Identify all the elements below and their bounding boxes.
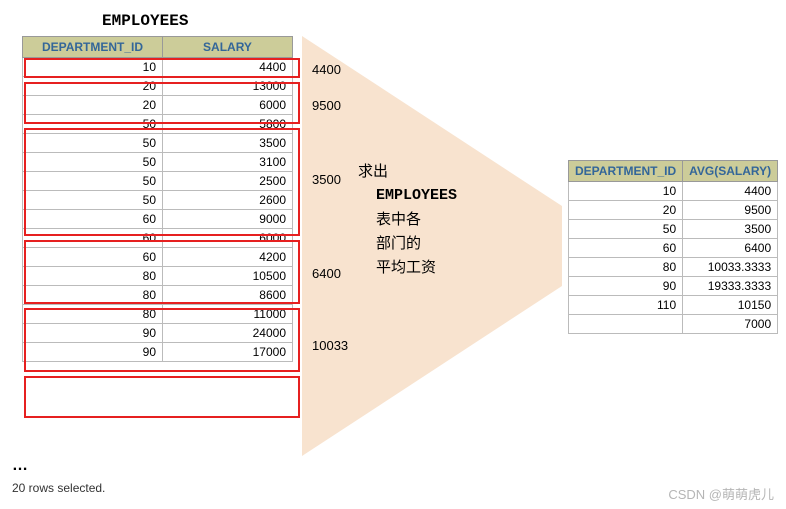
- emp-dept: 50: [23, 134, 163, 153]
- table-row: 8011000: [23, 305, 293, 324]
- employees-table: DEPARTMENT_ID SALARY 1044002013000206000…: [22, 36, 293, 362]
- emp-dept: 10: [23, 58, 163, 77]
- res-avg: 4400: [683, 182, 778, 201]
- emp-sal: 3100: [163, 153, 293, 172]
- table-row: 8010500: [23, 267, 293, 286]
- res-avg: 9500: [683, 201, 778, 220]
- table-row: 9017000: [23, 343, 293, 362]
- explain-l4: 部门的: [358, 232, 518, 256]
- res-avg: 19333.3333: [683, 277, 778, 296]
- table-row: 808600: [23, 286, 293, 305]
- watermark: CSDN @萌萌虎儿: [668, 484, 774, 503]
- explain-l2: EMPLOYEES: [358, 184, 518, 208]
- emp-sal: 2500: [163, 172, 293, 191]
- table-row: 8010033.3333: [569, 258, 778, 277]
- explain-text: 求出 EMPLOYEES 表中各 部门的 平均工资: [358, 160, 518, 280]
- group-label-50: 3500: [312, 172, 341, 187]
- table-row: 11010150: [569, 296, 778, 315]
- res-avg: 10150: [683, 296, 778, 315]
- emp-sal: 4400: [163, 58, 293, 77]
- result-header-avg: AVG(SALARY): [683, 161, 778, 182]
- emp-dept: 60: [23, 248, 163, 267]
- explain-l5: 平均工资: [358, 256, 518, 280]
- table-row: 104400: [23, 58, 293, 77]
- res-avg: 10033.3333: [683, 258, 778, 277]
- res-dept: 80: [569, 258, 683, 277]
- emp-sal: 3500: [163, 134, 293, 153]
- explain-l1: 求出: [358, 160, 518, 184]
- res-dept: 60: [569, 239, 683, 258]
- result-table-wrap: DEPARTMENT_ID AVG(SALARY) 10440020950050…: [568, 160, 778, 334]
- table-row: 104400: [569, 182, 778, 201]
- table-row: 606000: [23, 229, 293, 248]
- emp-sal: 13000: [163, 77, 293, 96]
- res-avg: 3500: [683, 220, 778, 239]
- diagram-stage: DEPARTMENT_ID SALARY 1044002013000206000…: [12, 36, 774, 456]
- emp-dept: 60: [23, 210, 163, 229]
- page-title: EMPLOYEES: [102, 12, 774, 30]
- emp-dept: 50: [23, 172, 163, 191]
- table-row: 606400: [569, 239, 778, 258]
- emp-header-dept: DEPARTMENT_ID: [23, 37, 163, 58]
- emp-dept: 50: [23, 115, 163, 134]
- result-table: DEPARTMENT_ID AVG(SALARY) 10440020950050…: [568, 160, 778, 334]
- result-header-dept: DEPARTMENT_ID: [569, 161, 683, 182]
- emp-dept: 20: [23, 77, 163, 96]
- emp-dept: 80: [23, 286, 163, 305]
- table-row: 502500: [23, 172, 293, 191]
- emp-sal: 5800: [163, 115, 293, 134]
- emp-dept: 50: [23, 153, 163, 172]
- table-row: 503500: [569, 220, 778, 239]
- emp-sal: 9000: [163, 210, 293, 229]
- emp-sal: 11000: [163, 305, 293, 324]
- employees-table-wrap: DEPARTMENT_ID SALARY 1044002013000206000…: [22, 36, 293, 362]
- table-row: 503500: [23, 134, 293, 153]
- group-label-80: 10033: [312, 338, 348, 353]
- table-row: 7000: [569, 315, 778, 334]
- group-label-20: 9500: [312, 98, 341, 113]
- emp-sal: 2600: [163, 191, 293, 210]
- table-row: 609000: [23, 210, 293, 229]
- res-dept: 10: [569, 182, 683, 201]
- table-row: 2013000: [23, 77, 293, 96]
- res-dept: [569, 315, 683, 334]
- emp-sal: 6000: [163, 229, 293, 248]
- emp-sal: 17000: [163, 343, 293, 362]
- emp-header-sal: SALARY: [163, 37, 293, 58]
- emp-sal: 8600: [163, 286, 293, 305]
- res-dept: 90: [569, 277, 683, 296]
- res-avg: 6400: [683, 239, 778, 258]
- table-row: 503100: [23, 153, 293, 172]
- group-box-90: [24, 376, 300, 418]
- emp-dept: 90: [23, 343, 163, 362]
- emp-dept: 20: [23, 96, 163, 115]
- table-row: 502600: [23, 191, 293, 210]
- emp-dept: 90: [23, 324, 163, 343]
- emp-sal: 24000: [163, 324, 293, 343]
- emp-sal: 10500: [163, 267, 293, 286]
- res-dept: 20: [569, 201, 683, 220]
- emp-dept: 60: [23, 229, 163, 248]
- res-avg: 7000: [683, 315, 778, 334]
- table-row: 9024000: [23, 324, 293, 343]
- table-row: 209500: [569, 201, 778, 220]
- explain-l3: 表中各: [358, 208, 518, 232]
- res-dept: 50: [569, 220, 683, 239]
- res-dept: 110: [569, 296, 683, 315]
- table-row: 206000: [23, 96, 293, 115]
- emp-dept: 50: [23, 191, 163, 210]
- emp-dept: 80: [23, 305, 163, 324]
- table-row: 604200: [23, 248, 293, 267]
- rows-selected: 20 rows selected.: [12, 481, 105, 495]
- emp-sal: 4200: [163, 248, 293, 267]
- emp-dept: 80: [23, 267, 163, 286]
- group-label-60: 6400: [312, 266, 341, 281]
- emp-sal: 6000: [163, 96, 293, 115]
- ellipsis: …: [12, 457, 30, 475]
- group-label-10: 4400: [312, 62, 341, 77]
- table-row: 505800: [23, 115, 293, 134]
- table-row: 9019333.3333: [569, 277, 778, 296]
